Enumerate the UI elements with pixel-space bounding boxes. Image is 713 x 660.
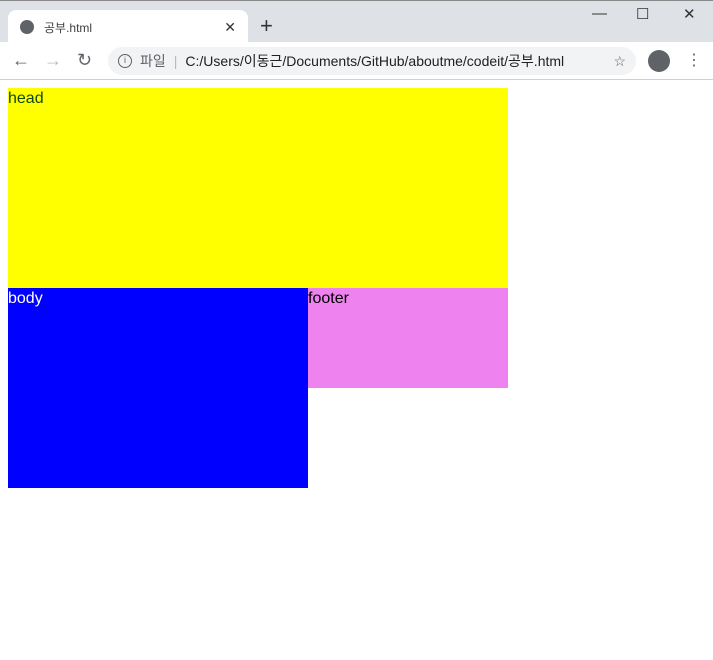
profile-avatar-icon[interactable] bbox=[648, 50, 670, 72]
maximize-button[interactable]: ☐ bbox=[636, 5, 649, 23]
url-text[interactable]: C:/Users/이동근/Documents/GitHub/aboutme/co… bbox=[185, 51, 613, 71]
close-window-button[interactable]: ✕ bbox=[683, 5, 696, 23]
back-button[interactable]: ← bbox=[12, 50, 30, 71]
bookmark-star-icon[interactable]: ☆ bbox=[613, 53, 626, 70]
body-block: body bbox=[8, 288, 308, 488]
head-block: head bbox=[8, 88, 508, 288]
minimize-button[interactable]: — bbox=[592, 5, 607, 22]
footer-block: footer bbox=[308, 288, 508, 388]
separator: | bbox=[173, 53, 178, 69]
forward-button[interactable]: → bbox=[44, 50, 62, 71]
info-icon[interactable]: i bbox=[118, 54, 132, 68]
browser-tab[interactable]: 공부.html ✕ bbox=[8, 10, 248, 44]
title-bar: 공부.html ✕ + — ☐ ✕ bbox=[0, 0, 713, 44]
reload-button[interactable]: ↻ bbox=[77, 50, 92, 71]
new-tab-button[interactable]: + bbox=[260, 13, 273, 39]
tab-title: 공부.html bbox=[44, 20, 93, 35]
menu-icon[interactable]: ⋮ bbox=[686, 50, 702, 70]
toolbar: ← → ↻ i 파일 | C:/Users/이동근/Documents/GitH… bbox=[0, 42, 713, 80]
address-bar[interactable]: i 파일 | C:/Users/이동근/Documents/GitHub/abo… bbox=[108, 47, 636, 75]
globe-icon bbox=[20, 20, 34, 34]
tab-close-icon[interactable]: ✕ bbox=[224, 19, 236, 36]
scheme-label: 파일 bbox=[140, 53, 166, 69]
